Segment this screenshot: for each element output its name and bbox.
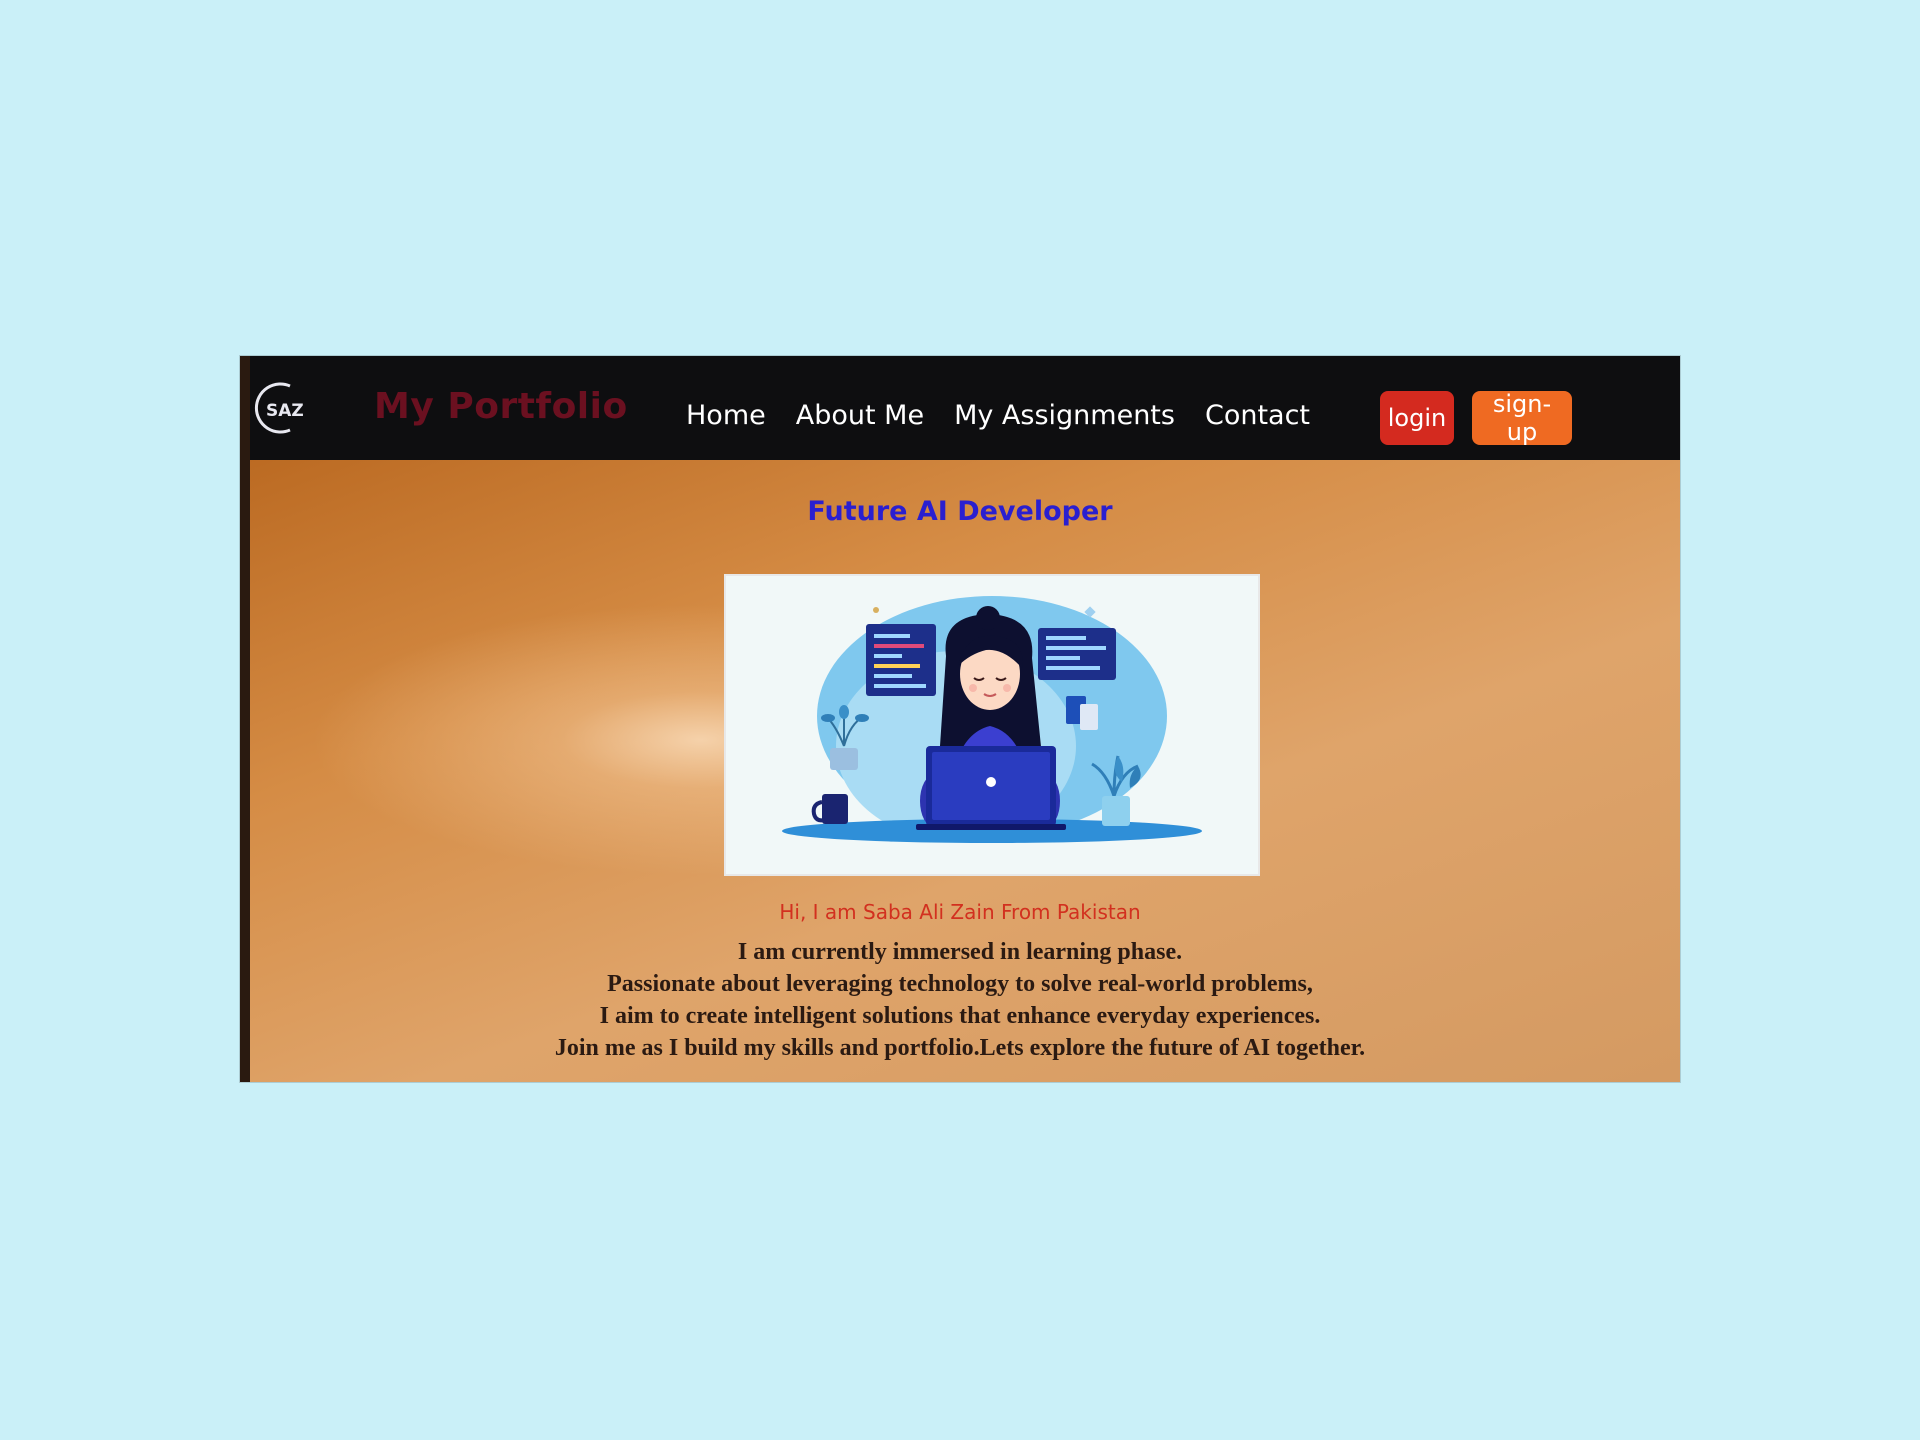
brand-title[interactable]: My Portfolio [374, 386, 628, 427]
bio-line: Join me as I build my skills and portfol… [554, 1035, 1366, 1061]
logo-text: SAZ [266, 401, 304, 421]
browser-screen: SAZ My Portfolio Home About Me My Assign… [240, 356, 1680, 1082]
developer-illustration-icon [782, 596, 1202, 843]
nav-my-assignments[interactable]: My Assignments [954, 400, 1175, 431]
bio-line: Passionate about leveraging technology t… [607, 971, 1313, 997]
bio-line: I aim to create intelligent solutions th… [599, 1003, 1321, 1029]
nav-links: Home About Me My Assignments Contact [686, 400, 1310, 431]
screen-bezel [240, 356, 250, 1082]
nav-home[interactable]: Home [686, 400, 766, 431]
nav-contact[interactable]: Contact [1205, 400, 1310, 431]
hero-section: Future AI Developer Hi, I am Saba Ali Za… [240, 460, 1680, 1082]
hero-headline: Future AI Developer [807, 496, 1113, 527]
bio-text: I am currently immersed in learning phas… [240, 936, 1680, 1064]
photo-background: SAZ My Portfolio Home About Me My Assign… [0, 0, 1920, 1440]
navbar: SAZ My Portfolio Home About Me My Assign… [240, 356, 1680, 460]
hero-image [724, 574, 1260, 876]
saz-logo-icon[interactable]: SAZ [250, 378, 320, 438]
intro-text: Hi, I am Saba Ali Zain From Pakistan [779, 900, 1141, 924]
login-button[interactable]: login [1380, 391, 1454, 445]
signup-button[interactable]: sign-up [1472, 390, 1572, 446]
nav-about-me[interactable]: About Me [796, 400, 924, 431]
bio-line: I am currently immersed in learning phas… [737, 939, 1183, 965]
